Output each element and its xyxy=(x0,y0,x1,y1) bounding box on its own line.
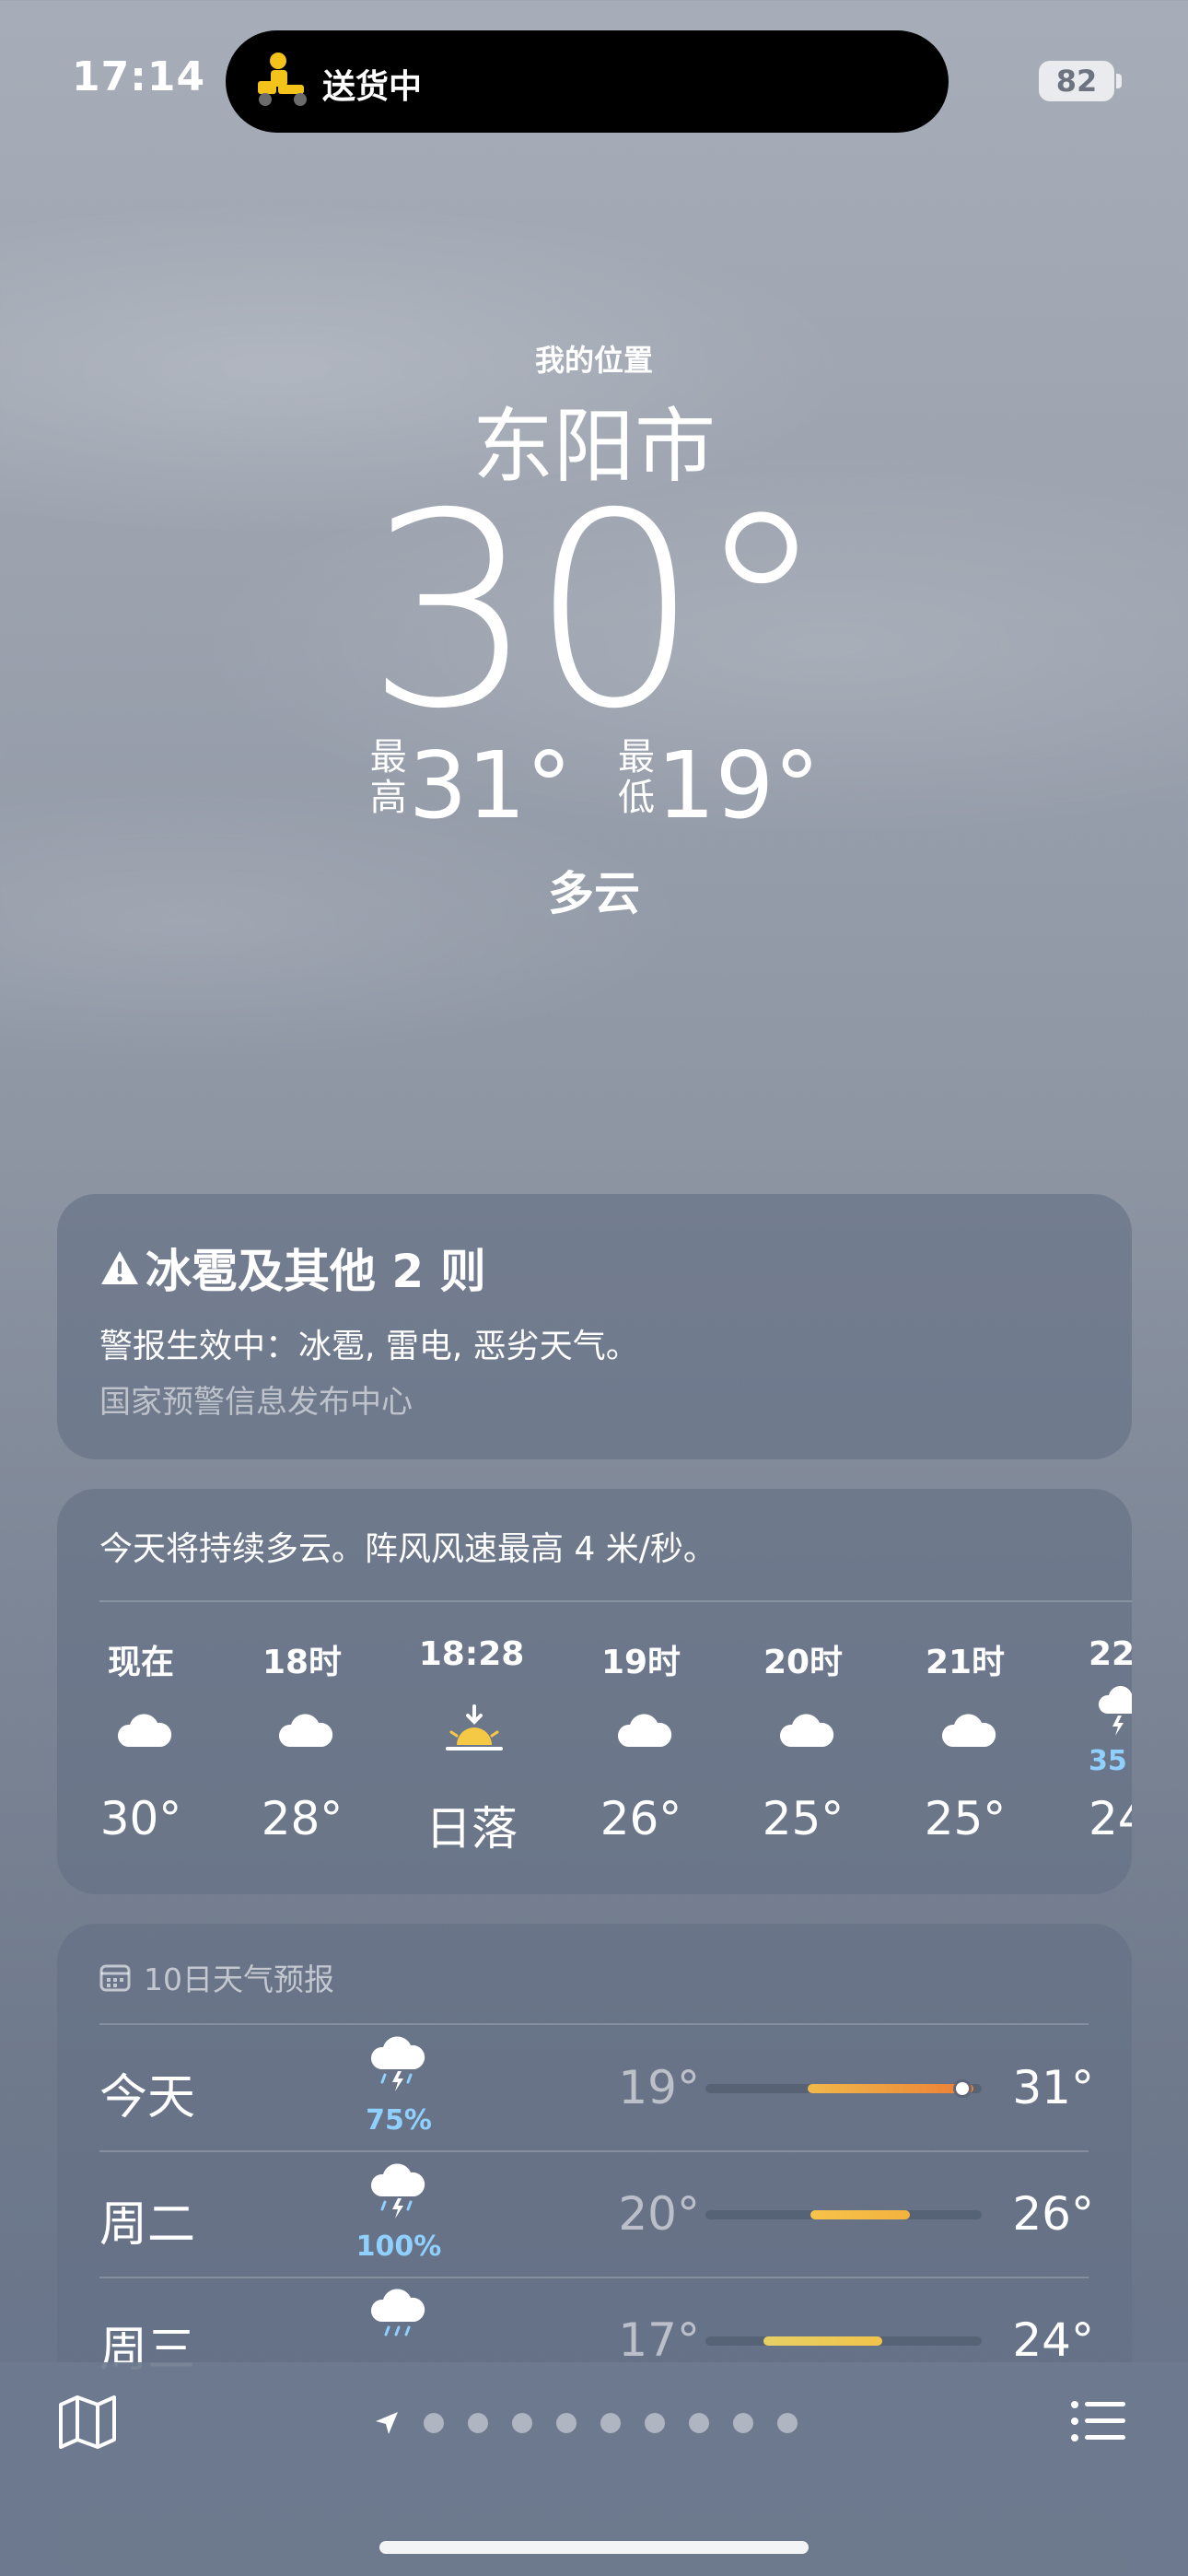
hour-temp: 26° xyxy=(600,1792,682,1845)
divider xyxy=(99,2023,1089,2025)
high-low: 最高31° 最低19° xyxy=(0,737,1188,832)
temp-range-bar xyxy=(705,2210,982,2219)
divider xyxy=(99,1600,1132,1602)
page-dot[interactable] xyxy=(777,2413,798,2433)
page-dot[interactable] xyxy=(600,2413,621,2433)
battery-nub xyxy=(1116,74,1122,88)
day-name: 今天 xyxy=(99,2070,196,2125)
alert-title: 冰雹及其他 2 则 xyxy=(99,1235,486,1301)
delivery-rider-icon xyxy=(258,53,307,106)
list-icon[interactable] xyxy=(1070,2399,1127,2443)
rain-icon xyxy=(370,2289,425,2336)
hour-temp: 25° xyxy=(762,1792,844,1845)
day-high: 26° xyxy=(1012,2187,1094,2241)
cloud-icon xyxy=(941,1714,996,1747)
hour-temp: 28° xyxy=(261,1792,344,1845)
condition: 多云 xyxy=(548,867,640,920)
hourly-summary: 今天将持续多云。阵风风速最高 4 米/秒。 xyxy=(99,1530,716,1568)
day-high: 31° xyxy=(1012,2061,1094,2114)
hour-time: 18时 xyxy=(262,1644,343,1681)
warning-icon xyxy=(101,1251,138,1284)
low-temp: 19° xyxy=(657,732,821,839)
day-low: 20° xyxy=(618,2187,700,2241)
hour-time: 20时 xyxy=(763,1644,844,1681)
divider xyxy=(99,2277,1089,2278)
thunderstorm-icon xyxy=(370,2163,425,2219)
page-dot[interactable] xyxy=(733,2413,753,2433)
hour-pct: 35 xyxy=(1089,1745,1127,1777)
hour-temp: 25° xyxy=(924,1792,1007,1845)
page-dot[interactable] xyxy=(556,2413,577,2433)
page-dot[interactable] xyxy=(689,2413,709,2433)
alert-source: 国家预警信息发布中心 xyxy=(99,1384,413,1421)
day-low: 17° xyxy=(618,2313,700,2367)
day-name: 周二 xyxy=(99,2197,196,2253)
high-temp: 31° xyxy=(408,732,572,839)
temp-range-fill xyxy=(763,2336,882,2346)
hour-time: 现在 xyxy=(107,1644,174,1681)
thunderstorm-icon xyxy=(1099,1686,1132,1736)
day-high: 24° xyxy=(1012,2313,1094,2367)
ten-day-header-text: 10日天气预报 xyxy=(144,1961,334,1997)
hour-temp: 24 xyxy=(1089,1792,1132,1845)
home-indicator[interactable] xyxy=(379,2541,809,2554)
sunset-icon xyxy=(446,1704,503,1751)
map-icon[interactable] xyxy=(57,2394,118,2449)
calendar-icon xyxy=(99,1964,131,1992)
high-label: 最高 xyxy=(369,736,407,819)
location-label: 我的位置 xyxy=(534,343,653,378)
temp-range-fill xyxy=(808,2084,973,2093)
temp-range-fill xyxy=(810,2210,910,2219)
cloud-icon xyxy=(779,1714,834,1747)
hour-time: 19时 xyxy=(600,1644,681,1681)
precip-chance: 75% xyxy=(366,2104,432,2137)
cloud-icon xyxy=(117,1714,172,1747)
hour-item-clipped: 22 35 24 xyxy=(1077,1485,1132,1894)
hour-time: 18:28 xyxy=(418,1635,525,1673)
precip-chance: 100% xyxy=(355,2231,442,2263)
hour-temp: 日落 xyxy=(425,1802,518,1856)
alert-body: 警报生效中：冰雹, 雷电, 恶劣天气。 xyxy=(99,1328,639,1365)
live-activity-label: 送货中 xyxy=(322,68,423,106)
cloud-icon xyxy=(617,1714,672,1747)
page-dot[interactable] xyxy=(512,2413,532,2433)
hour-time: 22 xyxy=(1089,1635,1132,1673)
temp-range-bar xyxy=(705,2336,982,2346)
day-low: 19° xyxy=(618,2061,700,2114)
page-indicator[interactable] xyxy=(374,2410,798,2436)
thunderstorm-icon xyxy=(370,2036,425,2091)
current-temperature: 30° xyxy=(365,457,828,767)
location-arrow-icon xyxy=(376,2412,398,2434)
low-label: 最低 xyxy=(618,736,655,819)
page-dot[interactable] xyxy=(424,2413,444,2433)
page-dot[interactable] xyxy=(468,2413,488,2433)
alert-title-text: 冰雹及其他 2 则 xyxy=(146,1245,486,1298)
current-temp-marker xyxy=(956,2082,969,2095)
temp-range-bar xyxy=(705,2082,982,2095)
cloud-icon xyxy=(278,1714,333,1747)
status-time: 17:14 xyxy=(72,53,206,100)
page-dot[interactable] xyxy=(645,2413,665,2433)
battery-indicator: 82 xyxy=(1039,61,1114,101)
hour-time: 21时 xyxy=(925,1644,1006,1681)
divider xyxy=(99,2150,1089,2152)
ten-day-header: 10日天气预报 xyxy=(99,1955,334,1999)
hour-temp: 30° xyxy=(99,1792,182,1845)
